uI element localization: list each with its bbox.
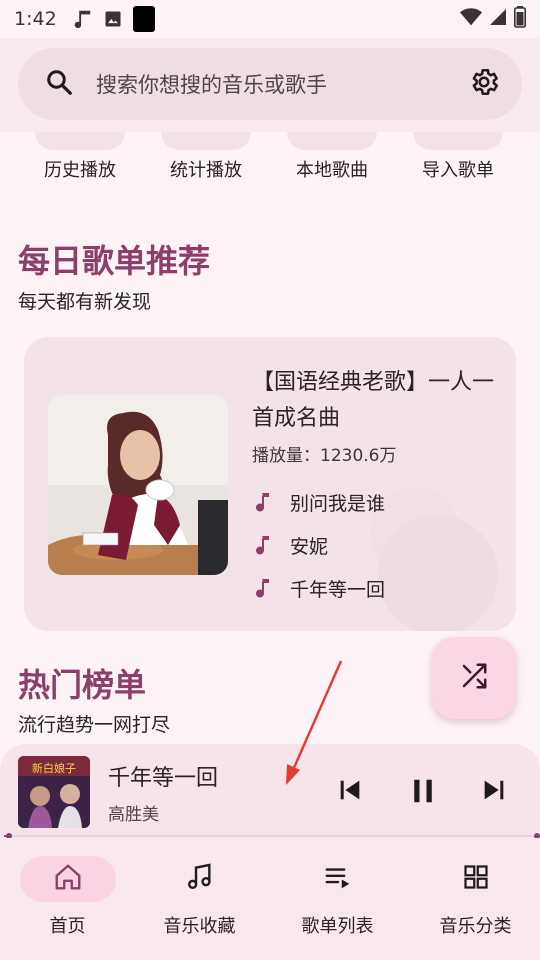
playlist-cover-image[interactable] [48, 395, 228, 575]
search-bar[interactable]: 搜索你想搜的音乐或歌手 [18, 48, 522, 120]
music-note-icon [256, 535, 274, 557]
playlist-play-count: 播放量：1230.6万 [252, 446, 397, 466]
status-time: 1:42 [14, 8, 57, 30]
history-playback-icon [35, 132, 125, 150]
wifi-icon [460, 7, 482, 32]
nav-label: 音乐收藏 [163, 916, 236, 937]
daily-playlist-card[interactable]: 【国语经典老歌】一人一首成名曲 播放量：1230.6万 别问我是谁 安妮 千年等… [24, 337, 516, 631]
shuffle-icon [459, 661, 489, 695]
pause-icon [408, 776, 438, 810]
skip-next-icon [480, 776, 508, 808]
album-cover-image[interactable]: 新白娘子 [18, 756, 90, 828]
quick-actions: 历史播放 统计播放 本地歌曲 导入歌单 [0, 132, 540, 194]
nav-icon-wrap [428, 856, 524, 902]
song-title: 安妮 [290, 536, 329, 558]
playlist-icon [323, 862, 353, 896]
quick-history-playback[interactable]: 历史播放 [25, 132, 135, 182]
status-bar: 1:42 [0, 0, 540, 38]
mini-player[interactable]: 新白娘子 千年等一回 高胜美 [0, 744, 540, 840]
quick-action-label: 本地歌曲 [296, 160, 368, 181]
battery-icon [514, 5, 526, 33]
music-note-icon [256, 492, 274, 514]
local-songs-icon [287, 132, 377, 150]
skip-previous-icon [336, 776, 364, 808]
next-button[interactable] [480, 776, 508, 808]
shuffle-button[interactable] [432, 637, 516, 719]
import-playlist-icon [413, 132, 503, 150]
quick-stats-playback[interactable]: 统计播放 [151, 132, 261, 182]
music-notification-icon [71, 8, 93, 30]
progress-track [4, 835, 536, 837]
song-title: 别问我是谁 [290, 493, 386, 515]
playlist-song-item[interactable]: 千年等一回 [256, 575, 385, 602]
nav-playlists[interactable]: 歌单列表 [270, 856, 405, 938]
nav-home[interactable]: 首页 [0, 856, 135, 938]
playlist-title: 【国语经典老歌】一人一首成名曲 [252, 370, 495, 431]
nav-music-favorites[interactable]: 音乐收藏 [132, 856, 267, 938]
pause-button[interactable] [408, 776, 438, 810]
card-decoration [378, 515, 498, 631]
nav-icon-wrap [19, 856, 116, 902]
hot-section-subtitle: 流行趋势一网打尽 [18, 714, 171, 736]
quick-action-label: 统计播放 [170, 160, 242, 181]
now-playing-title: 千年等一回 [108, 766, 219, 791]
signal-icon [488, 7, 508, 32]
nav-music-categories[interactable]: 音乐分类 [408, 856, 540, 938]
quick-local-songs[interactable]: 本地歌曲 [277, 132, 387, 182]
search-icon[interactable] [44, 67, 74, 101]
grid-icon [462, 863, 490, 895]
previous-button[interactable] [336, 776, 364, 808]
daily-section-subtitle: 每天都有新发现 [18, 291, 152, 313]
notification-square-icon [132, 6, 155, 32]
nav-label: 首页 [49, 916, 86, 937]
playlist-song-item[interactable]: 别问我是谁 [256, 489, 385, 516]
song-title: 千年等一回 [290, 579, 386, 601]
music-note-icon [256, 578, 274, 600]
stats-playback-icon [161, 132, 251, 150]
gear-icon[interactable] [468, 66, 500, 102]
quick-import-playlist[interactable]: 导入歌单 [403, 132, 513, 182]
svg-text:新白娘子: 新白娘子 [32, 761, 76, 775]
now-playing-artist: 高胜美 [108, 805, 159, 825]
quick-action-label: 历史播放 [44, 160, 116, 181]
hot-section-title: 热门榜单 [18, 666, 147, 704]
quick-action-label: 导入歌单 [422, 160, 494, 181]
nav-label: 音乐分类 [439, 916, 512, 937]
bottom-navigation: 首页 音乐收藏 歌单列表 音乐分类 [0, 838, 540, 960]
search-input[interactable]: 搜索你想搜的音乐或歌手 [96, 69, 468, 99]
image-notification-icon [103, 9, 123, 29]
nav-icon-wrap [290, 856, 386, 902]
daily-section-title: 每日歌单推荐 [18, 242, 211, 280]
home-icon [53, 862, 83, 896]
nav-label: 歌单列表 [301, 916, 374, 937]
music-note-icon [184, 861, 216, 897]
nav-icon-wrap [152, 856, 248, 902]
playlist-song-item[interactable]: 安妮 [256, 532, 328, 559]
